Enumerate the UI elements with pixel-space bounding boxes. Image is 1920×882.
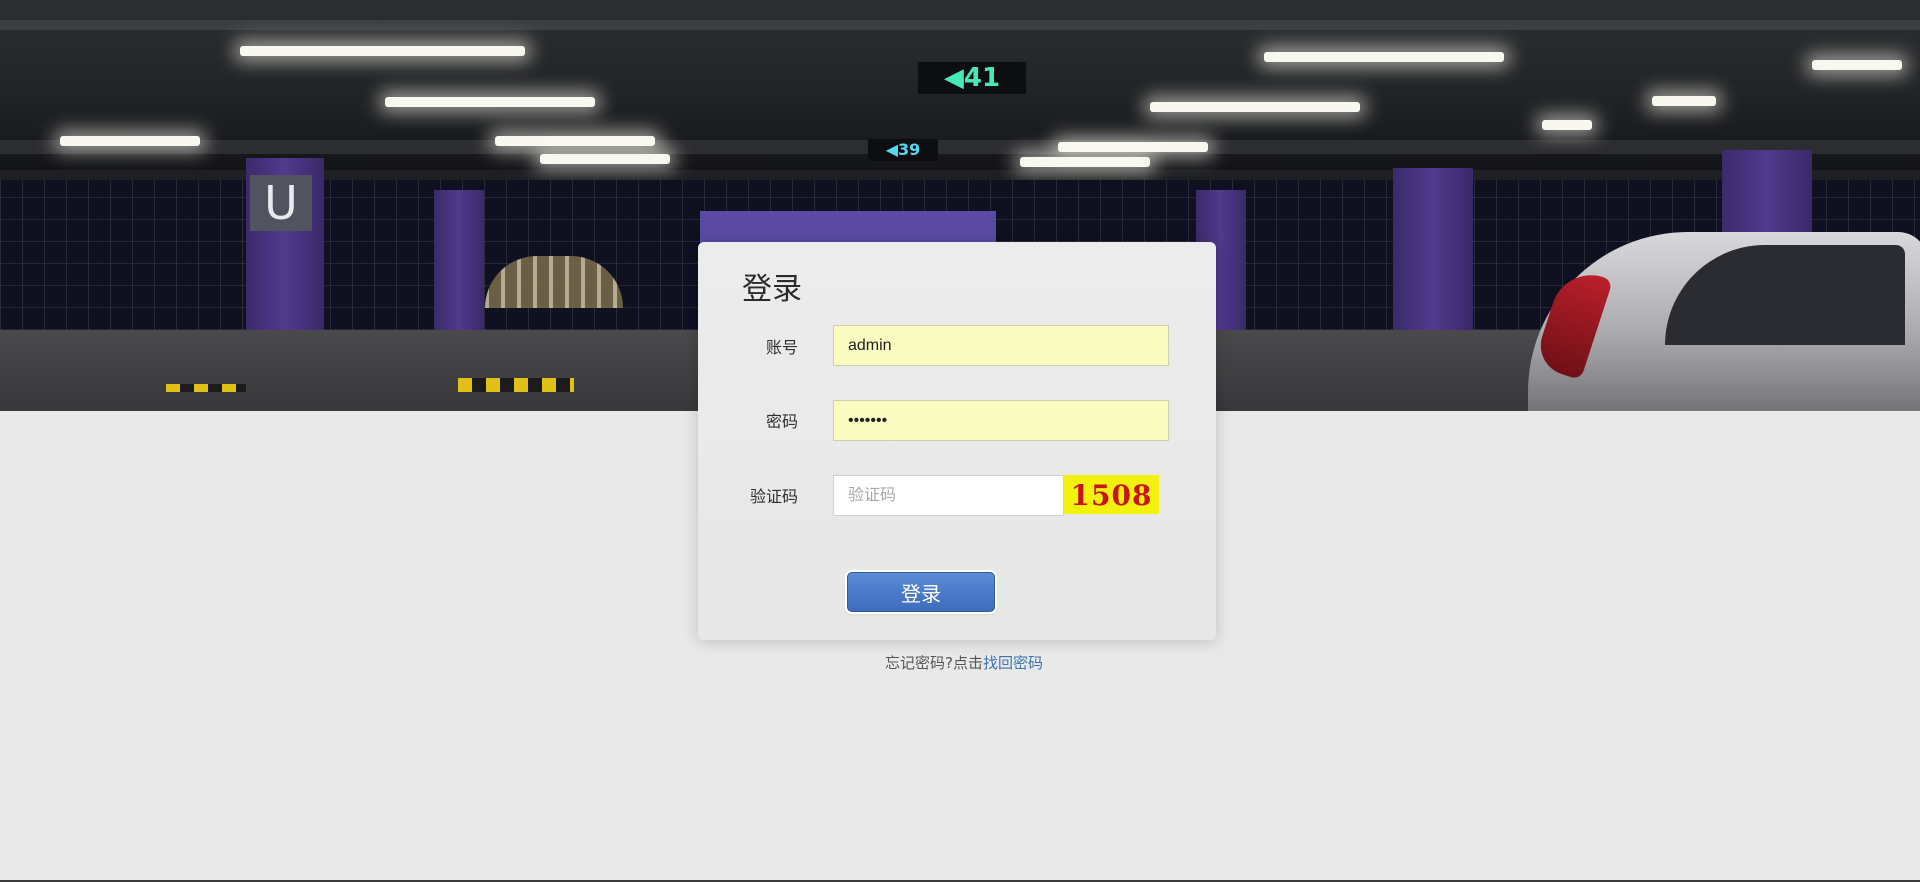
forgot-password-text: 忘记密码?点击找回密码 — [885, 654, 1043, 672]
login-form: 登录 账号 密码 验证码 1508 登录 — [698, 242, 1216, 640]
banner-ceiling-lamp — [540, 154, 670, 164]
account-input[interactable] — [833, 325, 1169, 366]
banner-beam — [0, 20, 1920, 30]
banner-ceiling-lamp — [1150, 102, 1360, 112]
banner-direction-sign: ◀41 — [918, 62, 1026, 94]
banner-ceiling-lamp — [1264, 52, 1504, 62]
banner-ceiling-lamp — [1652, 96, 1716, 106]
login-button[interactable]: 登录 — [847, 572, 995, 612]
banner-beam — [0, 140, 1920, 154]
banner-ceiling-lamp — [1020, 157, 1150, 167]
banner-ceiling-lamp — [1542, 120, 1592, 130]
banner-direction-sign: ◀39 — [868, 139, 938, 161]
banner-ceiling-lamp — [240, 46, 525, 56]
banner-ceiling-lamp — [1812, 60, 1902, 70]
login-page: ◀41 ◀39 U 登录 账号 密码 验证码 1508 登录 忘记密码?点击找回… — [0, 0, 1920, 882]
forgot-password-row: 忘记密码?点击找回密码 — [0, 652, 1920, 673]
banner-zone-sign: U — [250, 175, 312, 231]
banner-ceiling-lamp — [1058, 142, 1208, 152]
recover-password-link[interactable]: 找回密码 — [983, 654, 1043, 672]
captcha-label: 验证码 — [749, 487, 798, 506]
password-label: 密码 — [765, 412, 798, 431]
captcha-image[interactable]: 1508 — [1064, 475, 1159, 514]
forgot-password-prefix: 忘记密码?点击 — [885, 654, 983, 672]
password-input[interactable] — [833, 400, 1169, 441]
banner-parking-barrier — [166, 384, 246, 392]
banner-ceiling-lamp — [385, 97, 595, 107]
account-label: 账号 — [765, 338, 798, 357]
login-title: 登录 — [742, 272, 802, 307]
banner-parking-barrier — [458, 378, 574, 392]
banner-ceiling-lamp — [60, 136, 200, 146]
banner-ceiling-lamp — [495, 136, 655, 146]
captcha-input[interactable] — [833, 475, 1064, 516]
